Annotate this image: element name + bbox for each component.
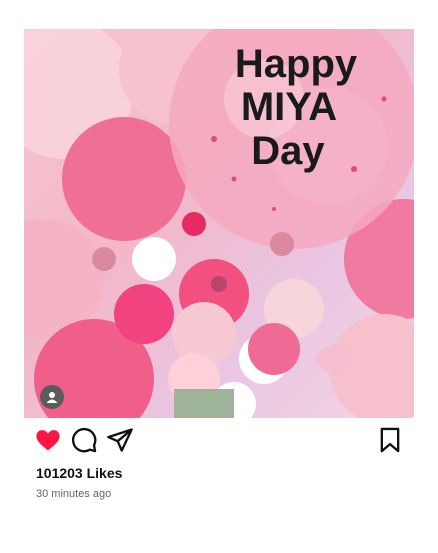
comment-icon[interactable]: [70, 426, 98, 454]
post-image[interactable]: Happy MIYA Day: [24, 29, 414, 418]
balloon-text-line1: Happy: [235, 42, 358, 86]
user-icon[interactable]: [40, 385, 64, 409]
user-silhouette: [46, 392, 58, 403]
balloon-text-line2: MIYA: [241, 85, 337, 129]
balloon-text: Happy MIYA Day: [235, 42, 358, 173]
balloon-text-line3: Day: [251, 129, 325, 173]
bookmark-icon[interactable]: [376, 426, 404, 454]
post-timestamp: 30 minutes ago: [36, 488, 112, 500]
likes-count: 101203 Likes: [36, 465, 123, 481]
share-icon[interactable]: [106, 426, 134, 454]
heart-icon[interactable]: [34, 426, 62, 454]
post-actions: [0, 426, 438, 456]
